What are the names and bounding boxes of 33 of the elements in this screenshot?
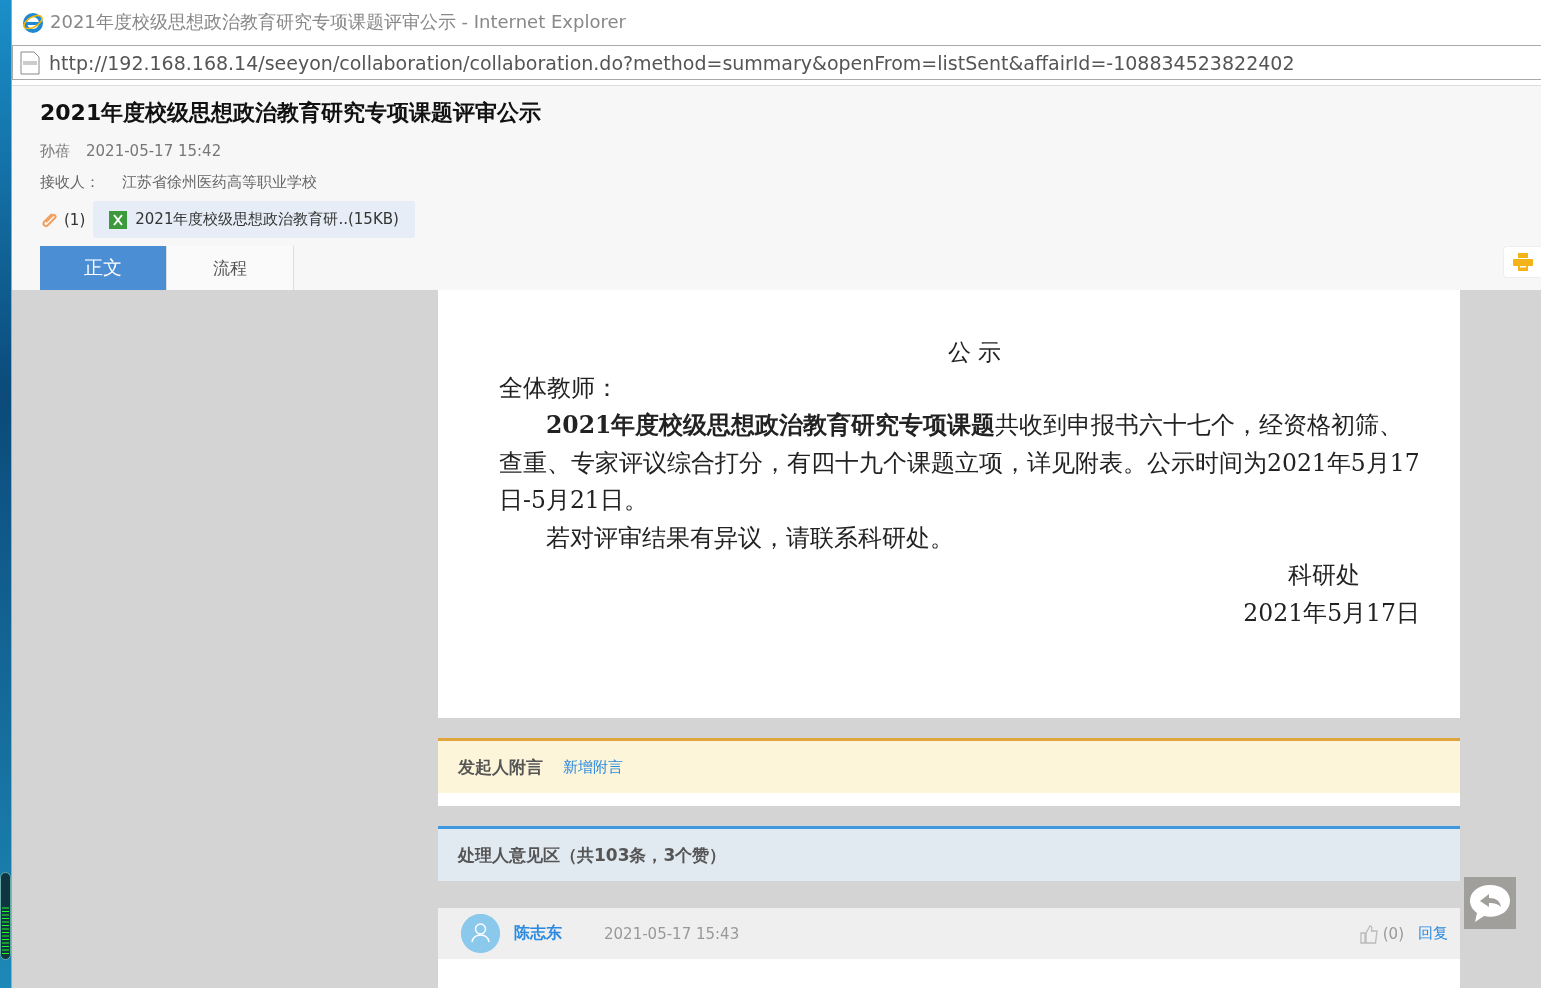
thumbs-up-icon[interactable] [1358, 923, 1379, 944]
notice-date: 2021年5月17日 [1243, 598, 1420, 627]
attachment-chip[interactable]: 2021年度校级思想政治教育研..(15KB) [93, 201, 415, 238]
notice-heading: 公 示 [946, 338, 1003, 367]
document-title: 2021年度校级思想政治教育研究专项课题评审公示 [40, 99, 543, 127]
attachment-count: (1) [64, 210, 86, 229]
receiver-name: 江苏省徐州医药高等职业学校 [122, 173, 317, 192]
attachment-name: 2021年度校级思想政治教育研..(15KB) [135, 210, 399, 229]
paperclip-icon [40, 210, 58, 229]
window-title: 2021年度校级思想政治教育研究专项课题评审公示 - Internet Explorer [50, 10, 626, 34]
spreadsheet-file-icon [109, 210, 128, 229]
reply-button[interactable] [1464, 877, 1516, 929]
sender-name: 孙蓓 [40, 142, 70, 161]
user-name[interactable]: 陈志东 [514, 923, 590, 944]
printer-icon [1512, 253, 1533, 271]
section-title: 发起人附言 [458, 755, 543, 779]
receiver-label: 接收人： [40, 173, 100, 192]
tab[interactable]: 正文 [40, 246, 167, 290]
body-paragraph: 若对评审结果有异议，请联系科研处。 [545, 522, 955, 554]
signature: 科研处 [1288, 561, 1360, 589]
print-button[interactable] [1503, 246, 1541, 278]
avatar-icon [461, 914, 500, 953]
reply-link[interactable]: 回复 [1418, 924, 1448, 943]
add-note-link[interactable]: 新增附言 [563, 757, 623, 777]
body-paragraph: 2021年度校级思想政治教育研究专项课题共收到申报书六十七个，经资格初筛、查重、专家评议综合打分，有四十九个课题立项，详见附表。公示时间为2021年5月17日-5月21日。 [499, 410, 1420, 516]
browser-logo-icon [22, 11, 44, 33]
like-count: (0) [1382, 924, 1404, 943]
send-time: 2021-05-17 15:42 [86, 142, 222, 161]
section-title: 处理人意见区（共103条，3个赞） [458, 843, 727, 867]
reply-bubble-icon [1467, 882, 1513, 924]
salutation: 全体教师： [499, 372, 620, 404]
comment-time: 2021-05-17 15:43 [604, 924, 741, 943]
page-icon [19, 50, 41, 75]
